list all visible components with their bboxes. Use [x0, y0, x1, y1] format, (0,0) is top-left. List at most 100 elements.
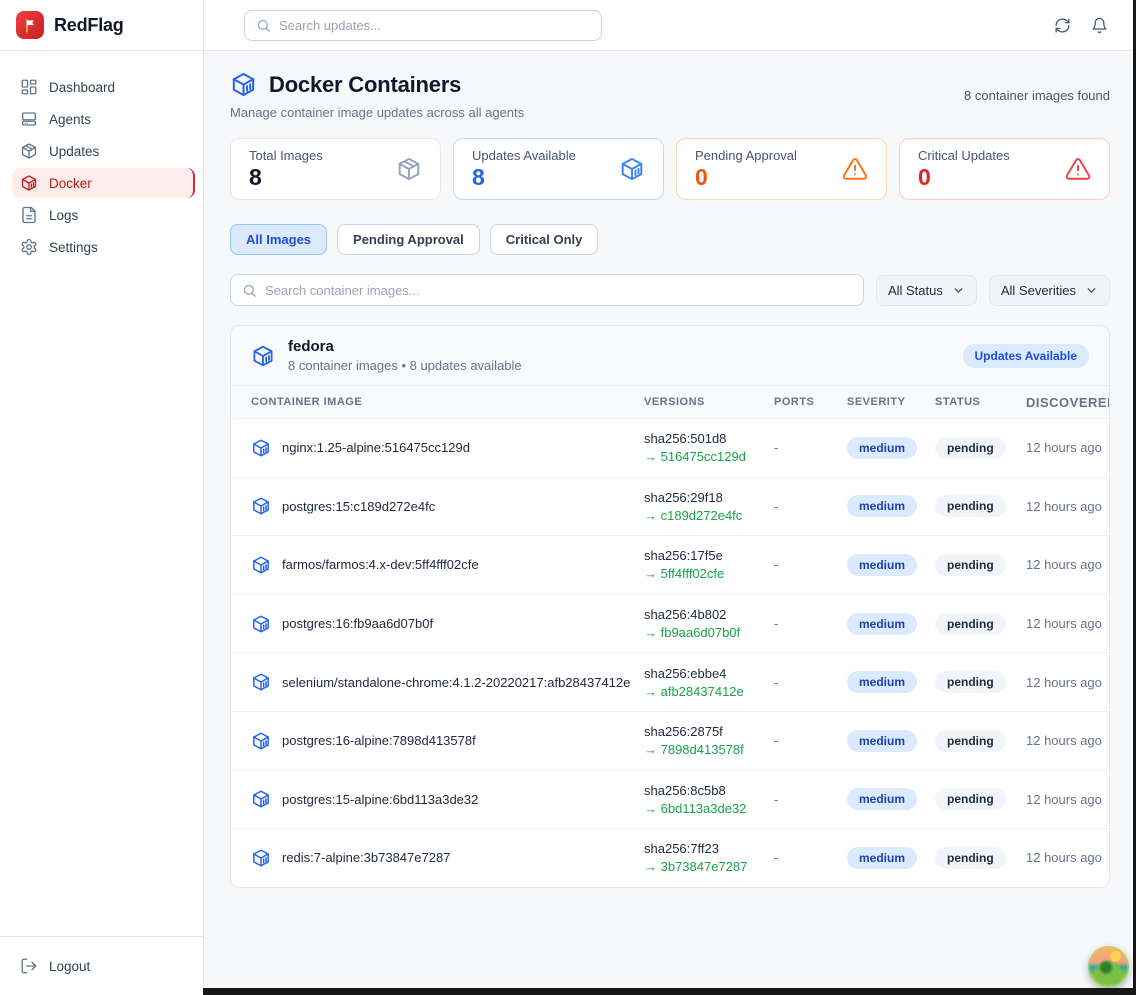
container-image-name: postgres:16-alpine:7898d413578f [282, 733, 476, 748]
status-filter-select[interactable]: All Status [876, 275, 977, 306]
versions-cell: sha256:4b802 → fb9aa6d07b0f [644, 607, 774, 640]
current-version: sha256:29f18 [644, 490, 774, 505]
table-row[interactable]: postgres:16-alpine:7898d413578f sha256:2… [231, 711, 1109, 770]
tab-pending-approval[interactable]: Pending Approval [337, 224, 480, 255]
sidebar-item-settings[interactable]: Settings [12, 232, 195, 262]
stat-value: 8 [472, 164, 576, 191]
sidebar-item-label: Agents [49, 112, 91, 127]
sidebar-item-label: Logs [49, 208, 78, 223]
status-cell: pending [935, 554, 1026, 576]
container-image-name: postgres:15:c189d272e4fc [282, 499, 435, 514]
search-icon [256, 18, 271, 33]
image-search[interactable] [230, 274, 864, 306]
topbar [204, 0, 1136, 51]
table-row[interactable]: nginx:1.25-alpine:516475cc129d sha256:50… [231, 418, 1109, 477]
sidebar-item-agents[interactable]: Agents [12, 104, 195, 134]
ports-cell: - [774, 499, 847, 514]
stat-value: 0 [695, 164, 797, 191]
container-image-name: postgres:16:fb9aa6d07b0f [282, 616, 433, 631]
filter-tabs: All Images Pending Approval Critical Onl… [230, 224, 1110, 255]
logout-label: Logout [49, 959, 90, 974]
severity-cell: medium [847, 788, 935, 810]
table-header-row: CONTAINER IMAGE VERSIONS PORTS SEVERITY … [231, 385, 1109, 418]
table-row[interactable]: postgres:15-alpine:6bd113a3de32 sha256:8… [231, 770, 1109, 829]
target-version: → 516475cc129d [644, 449, 774, 464]
sidebar-item-label: Updates [49, 144, 99, 159]
app-window: RedFlag Dashboard Agents Updates Docker … [0, 0, 1136, 995]
column-header-status: STATUS [935, 396, 1026, 408]
page-content: Docker Containers Manage container image… [204, 51, 1136, 995]
versions-cell: sha256:7ff23 → 3b73847e7287 [644, 841, 774, 874]
table-row[interactable]: selenium/standalone-chrome:4.1.2-2022021… [231, 652, 1109, 711]
ports-cell: - [774, 733, 847, 748]
sidebar-item-docker[interactable]: Docker [12, 168, 195, 198]
container-image-cell: postgres:16:fb9aa6d07b0f [251, 614, 644, 634]
refresh-icon [1054, 17, 1071, 34]
severity-badge: medium [847, 671, 917, 693]
global-search[interactable] [244, 10, 602, 41]
table-row[interactable]: redis:7-alpine:3b73847e7287 sha256:7ff23… [231, 828, 1109, 887]
package-icon [396, 156, 422, 182]
table-row[interactable]: postgres:15:c189d272e4fc sha256:29f18 → … [231, 477, 1109, 536]
island-emoji-button[interactable] [1088, 946, 1129, 987]
ports-cell: - [774, 675, 847, 690]
updates-available-badge: Updates Available [963, 344, 1089, 368]
status-cell: pending [935, 671, 1026, 693]
severity-cell: medium [847, 847, 935, 869]
flag-icon [22, 17, 39, 34]
column-header-versions: VERSIONS [644, 396, 774, 408]
status-cell: pending [935, 730, 1026, 752]
group-meta: 8 container images • 8 updates available [288, 358, 522, 373]
server-icon [20, 110, 38, 128]
ports-cell: - [774, 440, 847, 455]
versions-cell: sha256:29f18 → c189d272e4fc [644, 490, 774, 523]
discovered-cell: 12 hours ago [1026, 675, 1102, 690]
tab-critical-only[interactable]: Critical Only [490, 224, 599, 255]
severity-cell: medium [847, 495, 935, 517]
table-row[interactable]: postgres:16:fb9aa6d07b0f sha256:4b802 → … [231, 594, 1109, 653]
current-version: sha256:501d8 [644, 431, 774, 446]
bell-icon [1091, 17, 1108, 34]
status-badge: pending [935, 847, 1006, 869]
container-image-cell: postgres:15-alpine:6bd113a3de32 [251, 789, 644, 809]
severity-badge: medium [847, 613, 917, 635]
sidebar-item-logs[interactable]: Logs [12, 200, 195, 230]
sidebar-item-dashboard[interactable]: Dashboard [12, 72, 195, 102]
redflag-logo-icon [16, 11, 44, 39]
severity-cell: medium [847, 437, 935, 459]
stat-value: 8 [249, 164, 323, 191]
versions-cell: sha256:17f5e → 5ff4fff02cfe [644, 548, 774, 581]
container-image-name: postgres:15-alpine:6bd113a3de32 [282, 792, 478, 807]
container-image-cell: redis:7-alpine:3b73847e7287 [251, 848, 644, 868]
status-badge: pending [935, 788, 1006, 810]
stat-cards: Total Images 8 Updates Available 8 Pendi… [230, 138, 1110, 200]
docker-icon [251, 344, 275, 368]
refresh-button[interactable] [1052, 15, 1073, 36]
container-image-name: selenium/standalone-chrome:4.1.2-2022021… [282, 675, 630, 690]
search-icon [242, 283, 257, 298]
stat-label: Critical Updates [918, 148, 1010, 163]
severity-filter-select[interactable]: All Severities [989, 275, 1110, 306]
column-header-ports: PORTS [774, 396, 847, 408]
stat-critical-updates: Critical Updates 0 [899, 138, 1110, 200]
tab-all-images[interactable]: All Images [230, 224, 327, 255]
versions-cell: sha256:501d8 → 516475cc129d [644, 431, 774, 464]
sidebar-item-updates[interactable]: Updates [12, 136, 195, 166]
table-row[interactable]: farmos/farmos:4.x-dev:5ff4fff02cfe sha25… [231, 535, 1109, 594]
discovered-cell: 12 hours ago [1026, 557, 1102, 572]
target-version: → afb28437412e [644, 684, 774, 699]
target-version: → 7898d413578f [644, 742, 774, 757]
notifications-button[interactable] [1089, 15, 1110, 36]
column-header-severity: SEVERITY [847, 396, 935, 408]
image-search-input[interactable] [265, 283, 852, 298]
global-search-input[interactable] [279, 18, 590, 33]
logout-button[interactable]: Logout [12, 951, 195, 981]
dashboard-icon [20, 78, 38, 96]
brand-name: RedFlag [54, 15, 124, 36]
brand: RedFlag [0, 0, 203, 51]
severity-badge: medium [847, 847, 917, 869]
current-version: sha256:7ff23 [644, 841, 774, 856]
sidebar-item-label: Settings [49, 240, 98, 255]
group-name: fedora [288, 338, 522, 355]
package-icon [20, 142, 38, 160]
